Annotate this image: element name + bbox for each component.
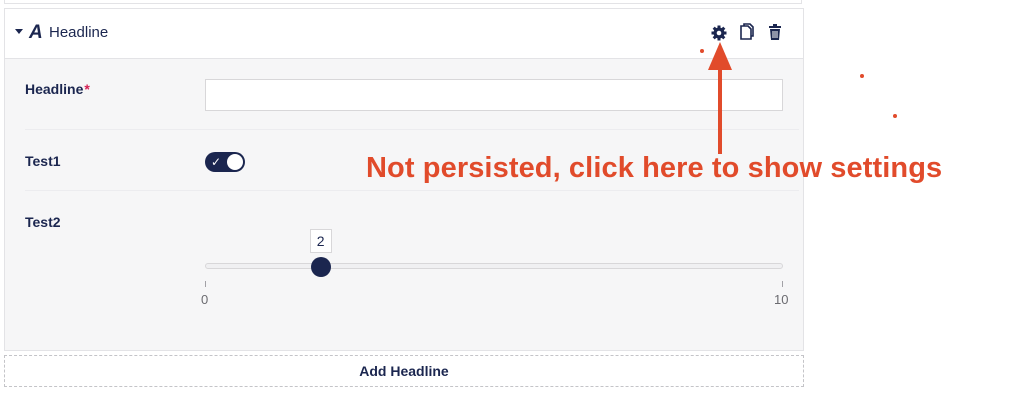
required-marker: * (84, 81, 90, 97)
test2-slider-track[interactable] (205, 263, 783, 269)
headline-input[interactable] (205, 79, 783, 111)
block-header[interactable]: A Headline (5, 9, 803, 59)
test1-toggle[interactable]: ✓ (205, 152, 245, 172)
previous-block-edge (4, 0, 802, 4)
headline-label-text: Headline (25, 81, 84, 97)
trash-icon[interactable] (766, 23, 784, 43)
text-type-icon: A (29, 22, 43, 43)
test2-field-label: Test2 (25, 214, 61, 230)
field-separator (25, 190, 799, 191)
slider-min-tick (205, 281, 206, 287)
copy-icon[interactable] (738, 23, 756, 43)
annotation-dot (860, 74, 864, 78)
collapse-caret-icon[interactable] (15, 29, 23, 34)
slider-min-label: 0 (201, 292, 209, 307)
annotation-dot (700, 49, 704, 53)
headline-field-label: Headline* (25, 81, 90, 97)
annotation-dot (893, 114, 897, 118)
add-headline-button[interactable]: Add Headline (4, 355, 804, 387)
field-separator (25, 129, 799, 130)
gear-icon[interactable] (710, 23, 728, 43)
test1-field-label: Test1 (25, 153, 61, 169)
toggle-knob (227, 154, 243, 170)
slider-max-tick (782, 281, 783, 287)
slider-handle[interactable] (310, 257, 331, 277)
annotation-arrow (708, 42, 732, 154)
check-icon: ✓ (211, 155, 222, 169)
block-title: Headline (49, 24, 109, 41)
annotation-text: Not persisted, click here to show settin… (366, 152, 943, 184)
slider-max-label: 10 (774, 292, 789, 307)
slider-value-tooltip: 2 (309, 229, 332, 253)
